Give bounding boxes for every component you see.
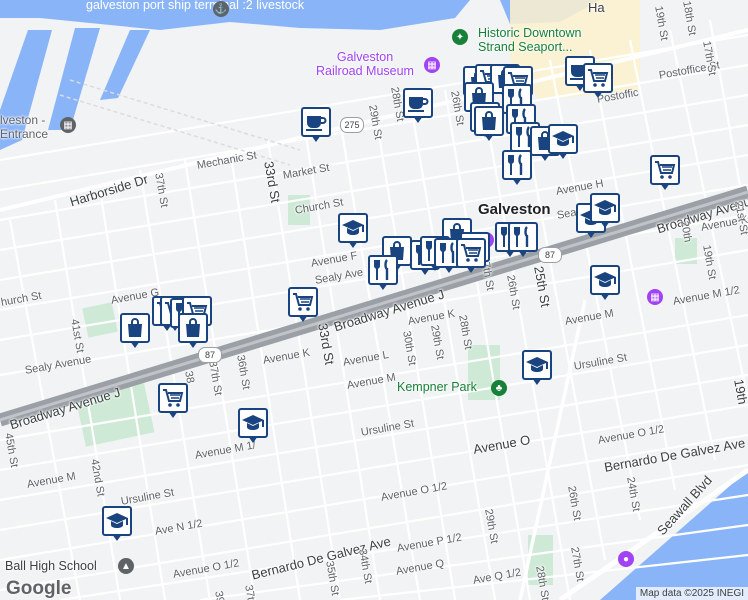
slip-water-3 [100,30,150,100]
museum-icon[interactable]: ▦ [424,57,440,73]
label-ha: Ha [588,0,605,15]
graduation-cap-icon [338,213,368,243]
graduation-cap-icon-marker[interactable] [548,124,584,164]
graduation-cap-icon [590,193,620,223]
marker-tail [600,293,610,300]
slip-water-2 [48,28,100,130]
shopping-bag-icon [178,313,208,343]
fork-knife-icon-marker[interactable] [368,255,404,295]
marker-tail [112,534,122,541]
marker-tail [512,178,522,185]
shopping-cart-icon-marker[interactable] [456,238,492,278]
park-icon[interactable]: ♣ [491,380,507,396]
shopping-cart-icon-marker[interactable] [288,287,324,327]
label-city-galveston: Galveston [478,201,551,218]
marker-tail [298,315,308,322]
label-port-ship-terminal: galveston port ship terminal :2 livestoc… [86,0,305,12]
label-39: 39 [212,590,227,600]
marker-tail [484,134,494,141]
shopping-cart-icon [288,287,318,317]
coffee-cup-icon [301,107,331,137]
coffee-cup-icon-marker[interactable] [403,88,439,128]
shopping-bag-icon-marker[interactable] [120,313,156,353]
museum-icon[interactable]: ▦ [647,289,663,305]
attraction-icon[interactable]: ● [618,551,634,567]
graduation-cap-icon [102,506,132,536]
shopping-bag-icon [474,106,504,136]
shopping-cart-icon-marker[interactable] [583,63,619,103]
marker-tail [600,221,610,228]
graduation-cap-icon-marker[interactable] [102,506,138,546]
graduation-cap-icon [238,408,268,438]
shopping-cart-icon-marker[interactable] [650,155,686,195]
marker-tail [248,436,258,443]
graduation-cap-icon-marker[interactable] [522,350,558,390]
port-icon[interactable]: ⚓ [213,1,229,17]
marker-tail [188,341,198,348]
graduation-cap-icon-marker[interactable] [590,265,626,305]
google-logo: Google [6,578,72,599]
fork-knife-icon [508,222,538,252]
map-canvas[interactable]: galveston port ship terminal :2 livestoc… [0,0,748,600]
marker-tail [311,135,321,142]
shopping-bag-icon-marker[interactable] [178,313,214,353]
fork-knife-icon [502,150,532,180]
marker-tail [532,378,542,385]
shopping-cart-icon [158,383,188,413]
marker-tail [593,91,603,98]
marker-tail [518,250,528,257]
marker-tail [558,152,568,159]
shopping-cart-icon [583,63,613,93]
marker-tail [168,411,178,418]
label-railroad-museum: Galveston Railroad Museum [316,50,414,78]
coffee-cup-icon-marker[interactable] [301,107,337,147]
marker-tail [378,283,388,290]
port-entrance-icon[interactable]: ▦ [60,117,76,133]
fork-knife-icon [368,255,398,285]
landmark-icon[interactable]: ✦ [452,29,468,45]
graduation-cap-icon [548,124,578,154]
graduation-cap-icon [590,265,620,295]
shopping-cart-icon [456,238,486,268]
marker-tail [130,341,140,348]
label-kempner-park: Kempner Park [397,380,477,394]
coffee-cup-icon [403,88,433,118]
shopping-cart-icon [650,155,680,185]
marker-tail [660,183,670,190]
shopping-cart-icon-marker[interactable] [158,383,194,423]
graduation-cap-icon-marker[interactable] [338,213,374,253]
fork-knife-icon-marker[interactable] [502,150,538,190]
school-poi-icon[interactable]: ▲ [118,558,134,574]
graduation-cap-icon-marker[interactable] [238,408,274,448]
map-attribution: Map data ©2025 INEGI [635,587,748,600]
marker-tail [466,266,476,273]
label-historic-downtown: Historic Downtown Strand Seaport... [478,26,582,54]
graduation-cap-icon [522,350,552,380]
marker-tail [348,241,358,248]
marker-tail [444,266,454,273]
fork-knife-icon-marker[interactable] [508,222,544,262]
label-ball-high-school: Ball High School [5,559,97,573]
route-shield: 275 [340,117,364,133]
shopping-bag-icon-marker[interactable] [474,106,510,146]
marker-tail [413,116,423,123]
park-41st [82,302,118,338]
label-port-entrance: lveston - Entrance [0,113,49,141]
shopping-bag-icon [120,313,150,343]
graduation-cap-icon-marker[interactable] [590,193,626,233]
